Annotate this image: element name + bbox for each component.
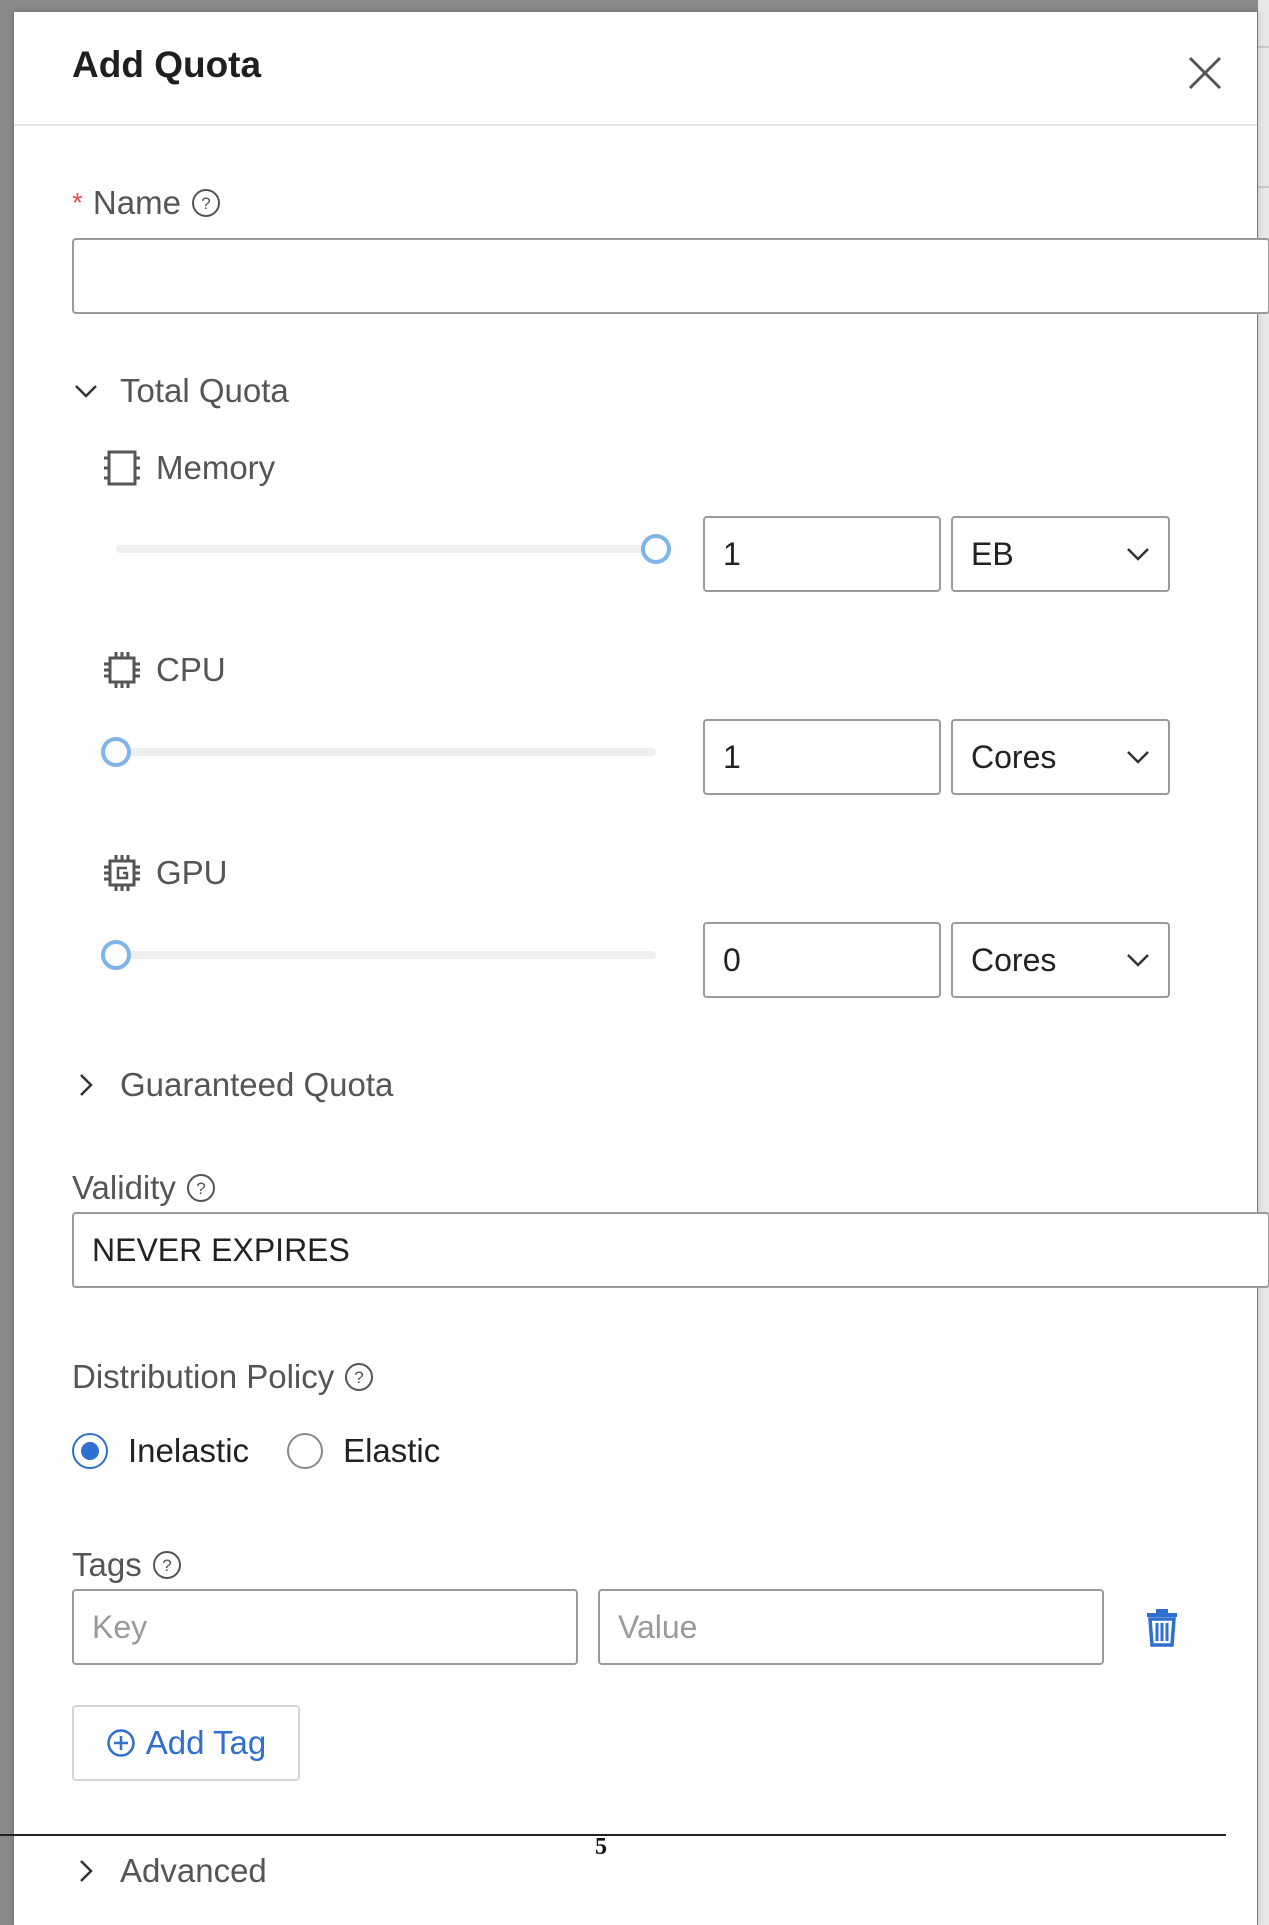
guaranteed-quota-toggle[interactable]: Guaranteed Quota	[72, 1066, 393, 1104]
tag-key-input[interactable]	[72, 1589, 578, 1665]
slider-track	[116, 951, 656, 959]
trash-icon	[1147, 1609, 1177, 1647]
slider-handle[interactable]	[101, 737, 131, 767]
chevron-right-icon	[80, 1074, 93, 1096]
validity-field[interactable]: NEVER EXPIRES	[72, 1212, 1269, 1288]
close-icon	[1188, 56, 1222, 90]
delete-tag-button[interactable]	[1143, 1607, 1181, 1647]
distribution-policy-label-text: Distribution Policy	[72, 1358, 335, 1395]
cpu-icon	[104, 652, 140, 688]
gpu-unit-select[interactable]: Cores	[951, 922, 1170, 998]
slider-track	[116, 748, 656, 756]
advanced-toggle[interactable]: Advanced	[72, 1852, 267, 1890]
tag-value-input[interactable]	[598, 1589, 1104, 1665]
radio-inelastic[interactable]: Inelastic	[72, 1432, 249, 1470]
svg-text:?: ?	[196, 1179, 205, 1198]
tags-label-text: Tags	[72, 1546, 142, 1583]
chevron-down-icon	[75, 385, 97, 398]
help-icon[interactable]: ?	[191, 188, 221, 218]
name-input[interactable]	[72, 238, 1269, 314]
tags-label: Tags ?	[72, 1546, 182, 1584]
name-label-text: Name	[92, 184, 181, 221]
gpu-value-input[interactable]	[703, 922, 941, 998]
gpu-label-text: GPU	[156, 854, 228, 891]
validity-value: NEVER EXPIRES	[92, 1231, 350, 1268]
cpu-unit-value: Cores	[971, 738, 1057, 775]
chevron-down-icon	[1127, 751, 1149, 764]
chevron-down-icon	[1127, 548, 1149, 561]
dialog-header: Add Quota	[14, 12, 1257, 126]
distribution-policy-radio-group: Inelastic Elastic	[72, 1432, 478, 1470]
radio-inelastic-label: Inelastic	[128, 1432, 250, 1469]
memory-icon	[104, 450, 140, 486]
memory-slider[interactable]	[116, 534, 671, 564]
cpu-value-input[interactable]	[703, 719, 941, 795]
radio-elastic[interactable]: Elastic	[287, 1432, 440, 1470]
gpu-icon	[104, 855, 140, 891]
cpu-label: CPU	[102, 650, 226, 690]
close-button[interactable]	[1184, 52, 1226, 94]
plus-circle-icon	[107, 1729, 135, 1757]
add-quota-dialog: Add Quota * Name ? Total Quota Memory 1 …	[14, 12, 1269, 1925]
required-marker: *	[72, 187, 83, 218]
memory-label: Memory	[102, 448, 275, 488]
radio-button-selected[interactable]	[72, 1433, 108, 1469]
svg-text:?: ?	[201, 194, 210, 213]
svg-text:?: ?	[355, 1368, 364, 1387]
total-quota-label: Total Quota	[120, 372, 289, 409]
name-label: * Name ?	[72, 184, 221, 222]
gpu-label: GPU	[102, 853, 228, 893]
slider-handle[interactable]	[641, 534, 671, 564]
memory-unit-select[interactable]: EB	[951, 516, 1170, 592]
svg-text:?: ?	[162, 1556, 171, 1575]
validity-label-text: Validity	[72, 1169, 176, 1206]
slider-track	[116, 545, 656, 553]
validity-label: Validity ?	[72, 1169, 216, 1207]
chevron-down-icon	[1127, 954, 1149, 967]
page-number: 5	[595, 1834, 607, 1860]
dialog-title: Add Quota	[72, 44, 262, 85]
slider-handle[interactable]	[101, 940, 131, 970]
cpu-unit-select[interactable]: Cores	[951, 719, 1170, 795]
memory-label-text: Memory	[156, 449, 276, 486]
radio-button[interactable]	[287, 1433, 324, 1469]
add-tag-label: Add Tag	[145, 1724, 267, 1761]
cpu-slider[interactable]	[101, 737, 656, 767]
advanced-label: Advanced	[120, 1852, 267, 1889]
guaranteed-quota-label: Guaranteed Quota	[120, 1066, 394, 1103]
gpu-unit-value: Cores	[971, 941, 1057, 978]
help-icon[interactable]: ?	[344, 1362, 374, 1392]
help-icon[interactable]: ?	[152, 1550, 182, 1580]
page-footer-rule	[0, 1834, 1226, 1836]
gpu-slider[interactable]	[101, 940, 656, 970]
add-tag-button[interactable]: Add Tag	[72, 1705, 300, 1781]
chevron-right-icon	[80, 1860, 93, 1882]
radio-elastic-label: Elastic	[343, 1432, 441, 1469]
cpu-label-text: CPU	[156, 651, 226, 688]
total-quota-toggle[interactable]: Total Quota	[72, 372, 289, 410]
memory-unit-value: EB	[971, 535, 1014, 572]
help-icon[interactable]: ?	[186, 1173, 216, 1203]
distribution-policy-label: Distribution Policy ?	[72, 1358, 374, 1396]
memory-value-input[interactable]	[703, 516, 941, 592]
